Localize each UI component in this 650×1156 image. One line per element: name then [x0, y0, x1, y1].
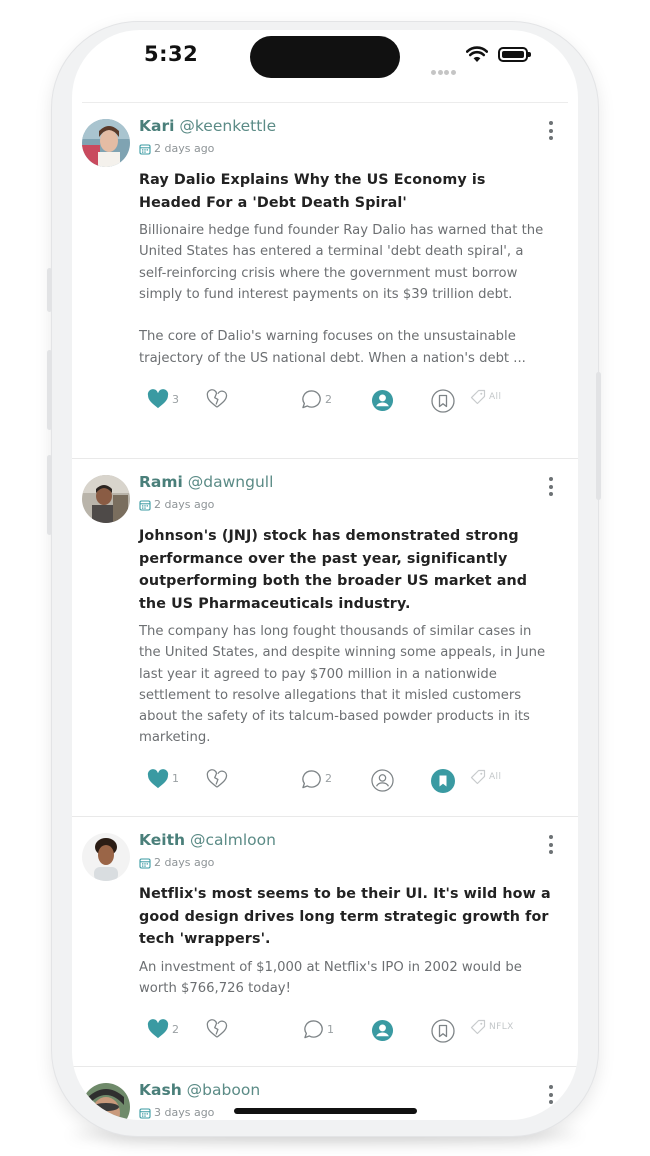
like-button[interactable]: 3: [147, 389, 179, 409]
post-card: Kari @keenkettle 2 days ago Ray Dalio Ex…: [72, 103, 578, 459]
post-body[interactable]: The company has long fought thousands of…: [139, 621, 552, 749]
cellular-signal-icon: [431, 60, 457, 79]
volume-down-button: [47, 455, 52, 535]
like-count: 2: [172, 1022, 179, 1036]
avatar[interactable]: [82, 475, 130, 523]
post-actions: 1 2 All: [139, 749, 552, 807]
avatar[interactable]: [82, 833, 130, 881]
broken-heart-icon: [206, 389, 228, 408]
comment-count: 2: [325, 772, 332, 786]
comment-count: 2: [325, 392, 332, 406]
post-actions: 2 1 NFLX: [139, 999, 552, 1057]
calendar-icon: [139, 857, 151, 869]
profile-icon: [371, 1020, 394, 1042]
author-handle[interactable]: @keenkettle: [179, 117, 276, 135]
tag-icon: [470, 769, 486, 784]
bookmark-button[interactable]: [431, 1019, 455, 1043]
dynamic-island: [250, 36, 400, 78]
calendar-icon: [139, 1107, 151, 1119]
like-count: 1: [172, 772, 179, 786]
like-count: 3: [172, 392, 179, 406]
post-title[interactable]: Netflix's most seems to be their UI. It'…: [139, 883, 552, 951]
broken-heart-icon: [206, 1019, 228, 1038]
post-date: 3 days ago: [154, 1106, 215, 1119]
post-date: 2 days ago: [154, 142, 215, 155]
author-name[interactable]: Kash: [139, 1081, 182, 1099]
tag-button[interactable]: All: [470, 389, 501, 405]
more-vertical-icon[interactable]: [548, 835, 554, 858]
post-title[interactable]: Johnson's (JNJ) stock has demonstrated s…: [139, 525, 552, 615]
bookmark-icon: [431, 389, 455, 413]
dislike-button[interactable]: [206, 1019, 228, 1039]
bookmark-icon: [431, 1019, 455, 1043]
broken-heart-icon: [206, 768, 228, 788]
comment-button[interactable]: 2: [301, 769, 332, 789]
post-date: 2 days ago: [154, 856, 215, 869]
tag-button[interactable]: NFLX: [470, 1019, 514, 1035]
tag-icon: [470, 389, 486, 405]
profile-button[interactable]: [371, 389, 394, 412]
bookmark-button[interactable]: [431, 768, 455, 793]
more-vertical-icon[interactable]: [548, 121, 554, 144]
home-indicator[interactable]: [234, 1108, 417, 1114]
like-button[interactable]: 2: [147, 1019, 179, 1039]
post-actions: 3 2 All: [139, 369, 552, 427]
profile-button[interactable]: [371, 1019, 394, 1042]
tag-button[interactable]: All: [470, 769, 501, 785]
profile-button[interactable]: [371, 769, 394, 792]
more-vertical-icon[interactable]: [548, 1085, 554, 1108]
comment-button[interactable]: 1: [303, 1019, 334, 1039]
post-body[interactable]: Billionaire hedge fund founder Ray Dalio…: [139, 220, 552, 369]
dislike-button[interactable]: [206, 768, 228, 789]
more-vertical-icon[interactable]: [548, 477, 554, 500]
comment-icon: [302, 390, 321, 409]
bookmark-icon: [431, 768, 455, 793]
post-body[interactable]: An investment of $1,000 at Netflix's IPO…: [139, 957, 552, 1000]
avatar[interactable]: [82, 119, 130, 167]
profile-icon: [371, 769, 394, 792]
post-card: Keith @calmloon 2 days ago Netflix's mos…: [72, 817, 578, 1067]
post-card: Rami @dawngull 2 days ago Johnson's (JNJ…: [72, 459, 578, 817]
power-button: [596, 372, 601, 500]
post-date: 2 days ago: [154, 498, 215, 511]
like-button[interactable]: 1: [147, 768, 179, 789]
tag-label: All: [489, 392, 502, 403]
author-name[interactable]: Rami: [139, 473, 183, 491]
calendar-icon: [139, 143, 151, 155]
heart-icon: [147, 389, 169, 409]
profile-icon: [371, 390, 394, 412]
post-feed[interactable]: Kari @keenkettle 2 days ago Ray Dalio Ex…: [72, 103, 578, 1120]
author-handle[interactable]: @baboon: [187, 1081, 260, 1099]
avatar[interactable]: [82, 1083, 130, 1120]
bookmark-button[interactable]: [431, 389, 455, 413]
comment-icon: [302, 770, 321, 789]
tag-icon: [470, 1019, 486, 1035]
wifi-icon: [466, 46, 488, 62]
battery-icon: [498, 47, 531, 62]
post-title[interactable]: Ray Dalio Explains Why the US Economy is…: [139, 169, 552, 214]
status-time: 5:32: [144, 42, 199, 66]
author-name[interactable]: Kari: [139, 117, 174, 135]
mute-switch: [47, 268, 52, 312]
comment-count: 1: [327, 1022, 334, 1036]
comment-button[interactable]: 2: [301, 389, 332, 409]
comment-icon: [304, 1020, 323, 1039]
screen: 5:32 Kari @keenkettle 2 days ago Ray Dal…: [72, 30, 578, 1120]
dislike-button[interactable]: [206, 389, 228, 409]
tag-label: NFLX: [489, 1022, 514, 1033]
volume-up-button: [47, 350, 52, 430]
author-handle[interactable]: @calmloon: [190, 831, 276, 849]
heart-icon: [147, 768, 169, 788]
author-name[interactable]: Keith: [139, 831, 185, 849]
calendar-icon: [139, 499, 151, 511]
author-handle[interactable]: @dawngull: [188, 473, 274, 491]
heart-icon: [147, 1019, 169, 1039]
tag-label: All: [489, 771, 502, 782]
